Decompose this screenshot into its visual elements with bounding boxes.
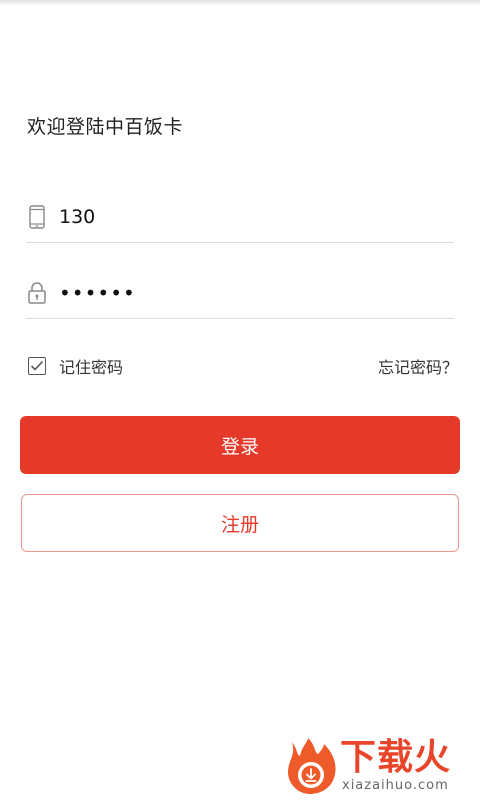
options-row: 记住密码 忘记密码？	[28, 352, 458, 380]
password-field-row	[26, 268, 454, 319]
watermark-title: 下载火	[340, 737, 452, 778]
login-screen: 欢迎登陆中百饭卡 130 •••••• 记住密码 忘记密码？ 登录 注册 下载火…	[0, 0, 480, 800]
phone-input[interactable]	[59, 206, 419, 228]
checkmark-icon	[30, 360, 44, 371]
remember-password-toggle[interactable]: 记住密码	[28, 354, 123, 378]
phone-icon	[26, 204, 48, 230]
flame-logo-icon	[288, 738, 336, 794]
status-bar-shadow	[0, 0, 480, 6]
login-button[interactable]: 登录	[20, 416, 460, 474]
phone-field-row	[26, 192, 454, 243]
register-button[interactable]: 注册	[21, 494, 459, 552]
password-input[interactable]	[59, 281, 419, 305]
watermark-logo: 下载火 xiazaihuo.com	[284, 736, 474, 796]
welcome-title: 欢迎登陆中百饭卡	[27, 116, 184, 138]
watermark-url: xiazaihuo.com	[342, 778, 449, 793]
remember-password-label: 记住密码	[59, 358, 124, 377]
forgot-password-link[interactable]: 忘记密码？	[378, 354, 458, 378]
remember-checkbox[interactable]	[28, 357, 46, 375]
lock-icon	[26, 280, 48, 306]
